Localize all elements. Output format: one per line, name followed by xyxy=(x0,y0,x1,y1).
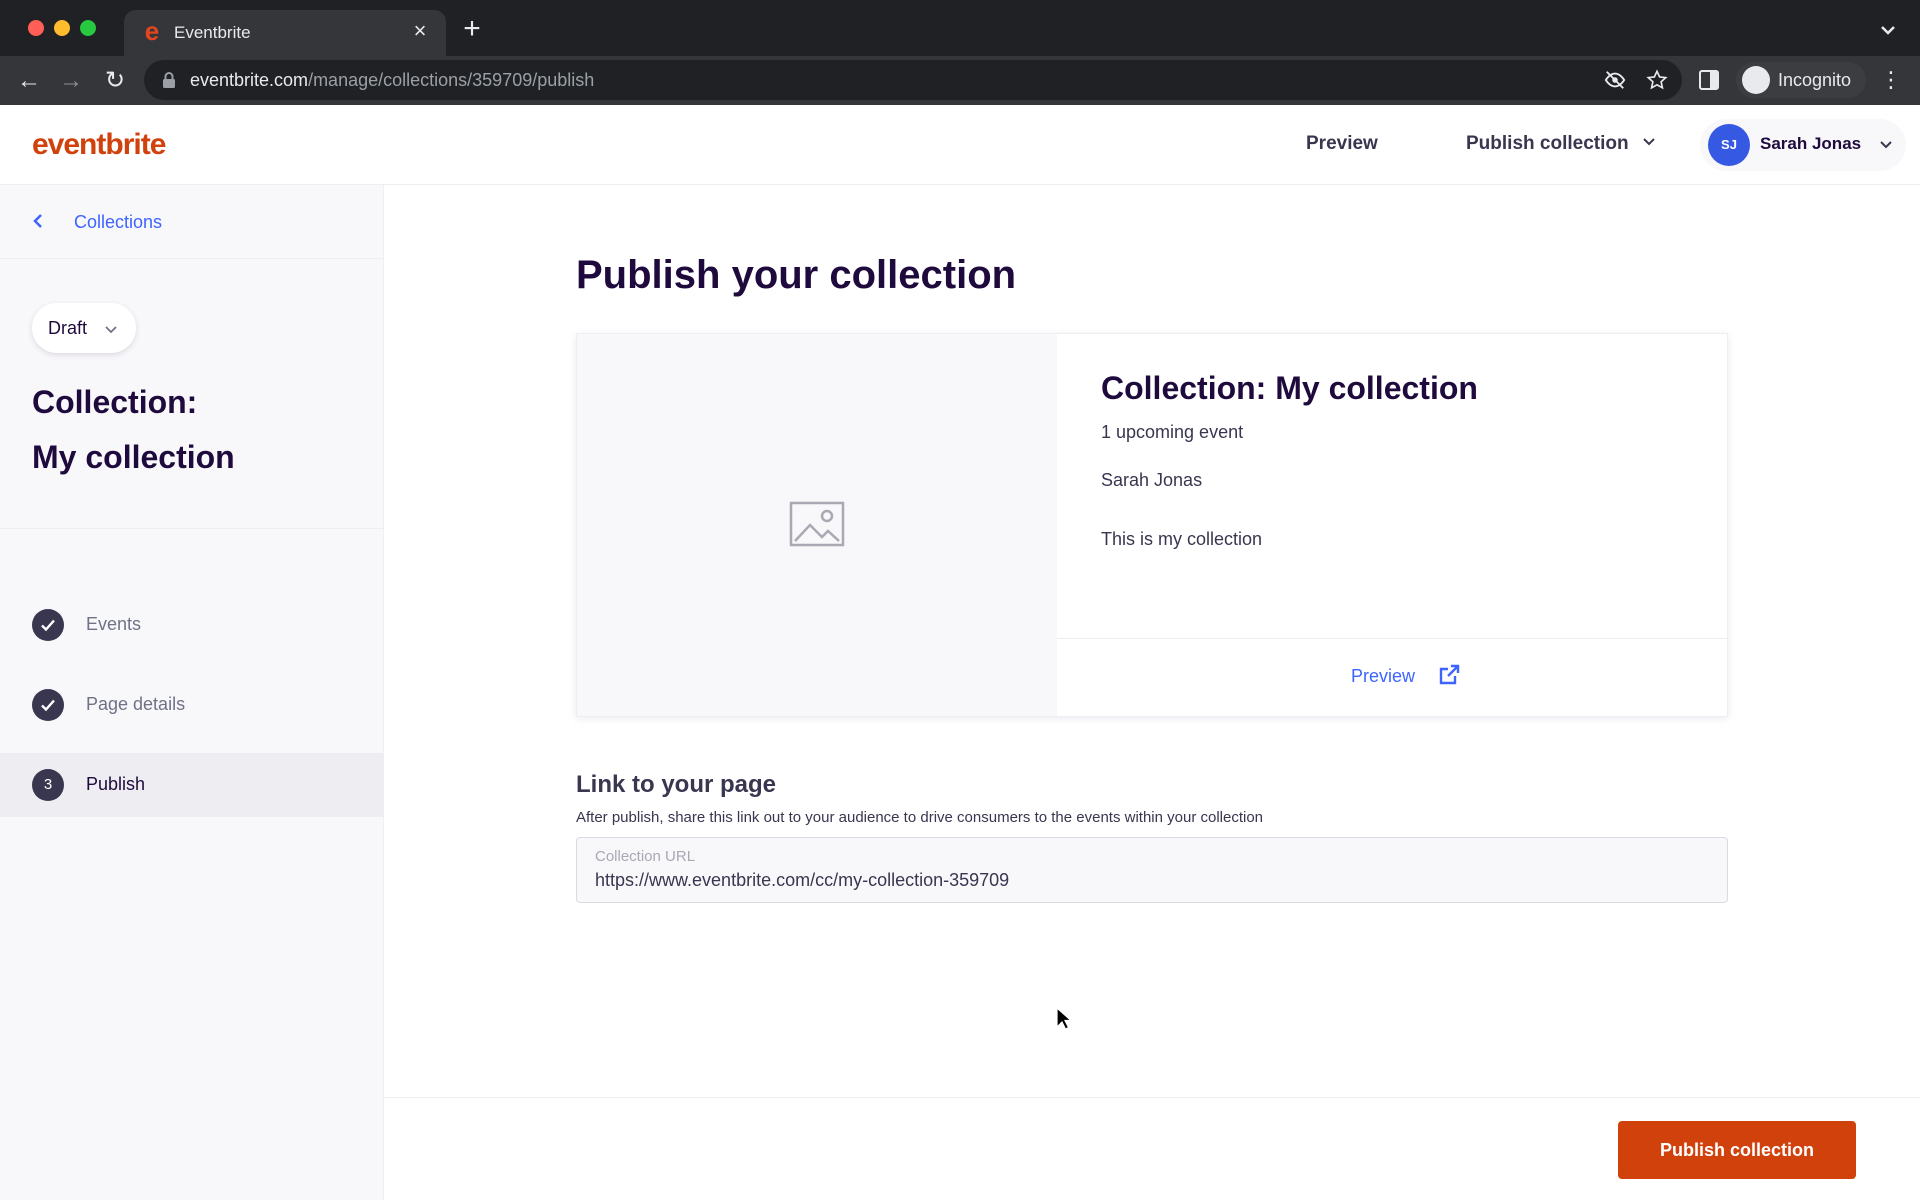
new-tab-icon[interactable]: + xyxy=(458,14,486,44)
publish-collection-menu-label: Publish collection xyxy=(1466,133,1629,154)
image-placeholder-icon xyxy=(789,501,845,547)
browser-tab[interactable]: e Eventbrite × xyxy=(124,10,446,56)
minimize-window-button[interactable] xyxy=(54,20,70,36)
browser-toolbar: ← → ↻ eventbrite.com/manage/collections/… xyxy=(0,56,1920,105)
collection-url-field[interactable]: Collection URL https://www.eventbrite.co… xyxy=(576,837,1728,903)
tab-search-chevron-icon[interactable] xyxy=(1876,18,1900,42)
sidebar-divider xyxy=(0,528,384,529)
app-header: eventbrite Preview Publish collection SJ… xyxy=(0,105,1920,185)
chevron-down-icon xyxy=(1642,138,1655,146)
sidebar-collection-title: Collection: My collection xyxy=(32,375,362,485)
forward-arrow-icon[interactable]: → xyxy=(56,66,86,96)
incognito-profile-button[interactable]: Incognito xyxy=(1736,62,1866,98)
eye-off-icon[interactable] xyxy=(1604,69,1626,91)
collection-url-value[interactable]: https://www.eventbrite.com/cc/my-collect… xyxy=(595,870,1009,891)
publish-collection-menu[interactable]: Publish collection xyxy=(1466,133,1657,155)
side-panel-icon[interactable] xyxy=(1698,69,1720,91)
card-description: This is my collection xyxy=(1101,529,1263,549)
mouse-cursor-icon xyxy=(1056,1007,1072,1030)
chevron-down-icon xyxy=(105,326,117,334)
link-section-help: After publish, share this link out to yo… xyxy=(576,809,1264,826)
sidebar-item-label: Page details xyxy=(86,694,186,714)
check-icon xyxy=(32,609,64,641)
close-tab-icon[interactable]: × xyxy=(408,19,432,43)
footer-bar: Publish collection xyxy=(384,1097,1920,1200)
sidebar-title-line2: My collection xyxy=(32,439,235,475)
sidebar-item-label: Events xyxy=(86,614,142,634)
user-menu[interactable]: SJ Sarah Jonas xyxy=(1700,119,1906,171)
close-window-button[interactable] xyxy=(28,20,44,36)
browser-menu-icon[interactable]: ⋮ xyxy=(1880,69,1902,91)
sidebar-item-label: Publish xyxy=(86,774,146,794)
user-name: Sarah Jonas xyxy=(1760,134,1862,153)
reload-icon[interactable]: ↻ xyxy=(100,66,130,96)
back-arrow-icon[interactable]: ← xyxy=(14,66,44,96)
sidebar: Collections Draft Collection: My collect… xyxy=(0,185,384,1200)
status-label: Draft xyxy=(48,318,88,338)
external-link-icon[interactable] xyxy=(1437,663,1461,687)
page-title: Publish your collection xyxy=(576,253,1017,297)
tab-strip: e Eventbrite × + xyxy=(0,0,1920,56)
maximize-window-button[interactable] xyxy=(80,20,96,36)
address-bar[interactable]: eventbrite.com/manage/collections/359709… xyxy=(144,60,1682,100)
collection-preview-card: Collection: My collection 1 upcoming eve… xyxy=(576,333,1728,717)
sidebar-item-page-details[interactable]: Page details xyxy=(0,673,384,737)
avatar: SJ xyxy=(1708,124,1750,166)
collection-url-label: Collection URL xyxy=(595,848,696,865)
lock-icon xyxy=(163,72,175,88)
card-preview-link[interactable]: Preview xyxy=(1351,666,1415,687)
card-body: Collection: My collection 1 upcoming eve… xyxy=(1057,334,1727,638)
bookmark-star-icon[interactable] xyxy=(1646,69,1668,91)
card-event-count: 1 upcoming event xyxy=(1101,422,1244,442)
card-organizer: Sarah Jonas xyxy=(1101,470,1203,490)
link-section-title: Link to your page xyxy=(576,771,777,798)
chevron-left-icon xyxy=(33,214,42,228)
main-content: Publish your collection Collection: My c… xyxy=(384,185,1920,1200)
card-image-placeholder xyxy=(577,334,1057,716)
card-footer: Preview xyxy=(1057,638,1727,716)
sidebar-item-events[interactable]: Events xyxy=(0,593,384,657)
eventbrite-favicon-icon: e xyxy=(144,16,160,46)
sidebar-title-line1: Collection: xyxy=(32,384,198,420)
incognito-label: Incognito xyxy=(1778,70,1852,90)
browser-chrome: e Eventbrite × + ← → ↻ eventbrite.com/ma… xyxy=(0,0,1920,105)
incognito-icon xyxy=(1742,66,1770,94)
card-title: Collection: My collection xyxy=(1101,370,1478,406)
eventbrite-logo[interactable]: eventbrite xyxy=(32,128,166,162)
status-dropdown[interactable]: Draft xyxy=(32,303,136,353)
check-icon xyxy=(32,689,64,721)
header-preview-link[interactable]: Preview xyxy=(1306,133,1378,155)
sidebar-item-publish[interactable]: 3 Publish xyxy=(0,753,384,817)
url-path: /manage/collections/359709/publish xyxy=(308,70,595,90)
back-to-collections-link[interactable]: Collections xyxy=(0,185,384,259)
tab-title: Eventbrite xyxy=(174,23,251,42)
step-number-badge: 3 xyxy=(32,769,64,801)
publish-collection-button[interactable]: Publish collection xyxy=(1618,1121,1856,1179)
chevron-down-icon xyxy=(1880,141,1892,149)
url-host: eventbrite.com xyxy=(190,70,309,90)
back-label: Collections xyxy=(74,212,163,232)
url-text: eventbrite.com/manage/collections/359709… xyxy=(190,70,594,91)
